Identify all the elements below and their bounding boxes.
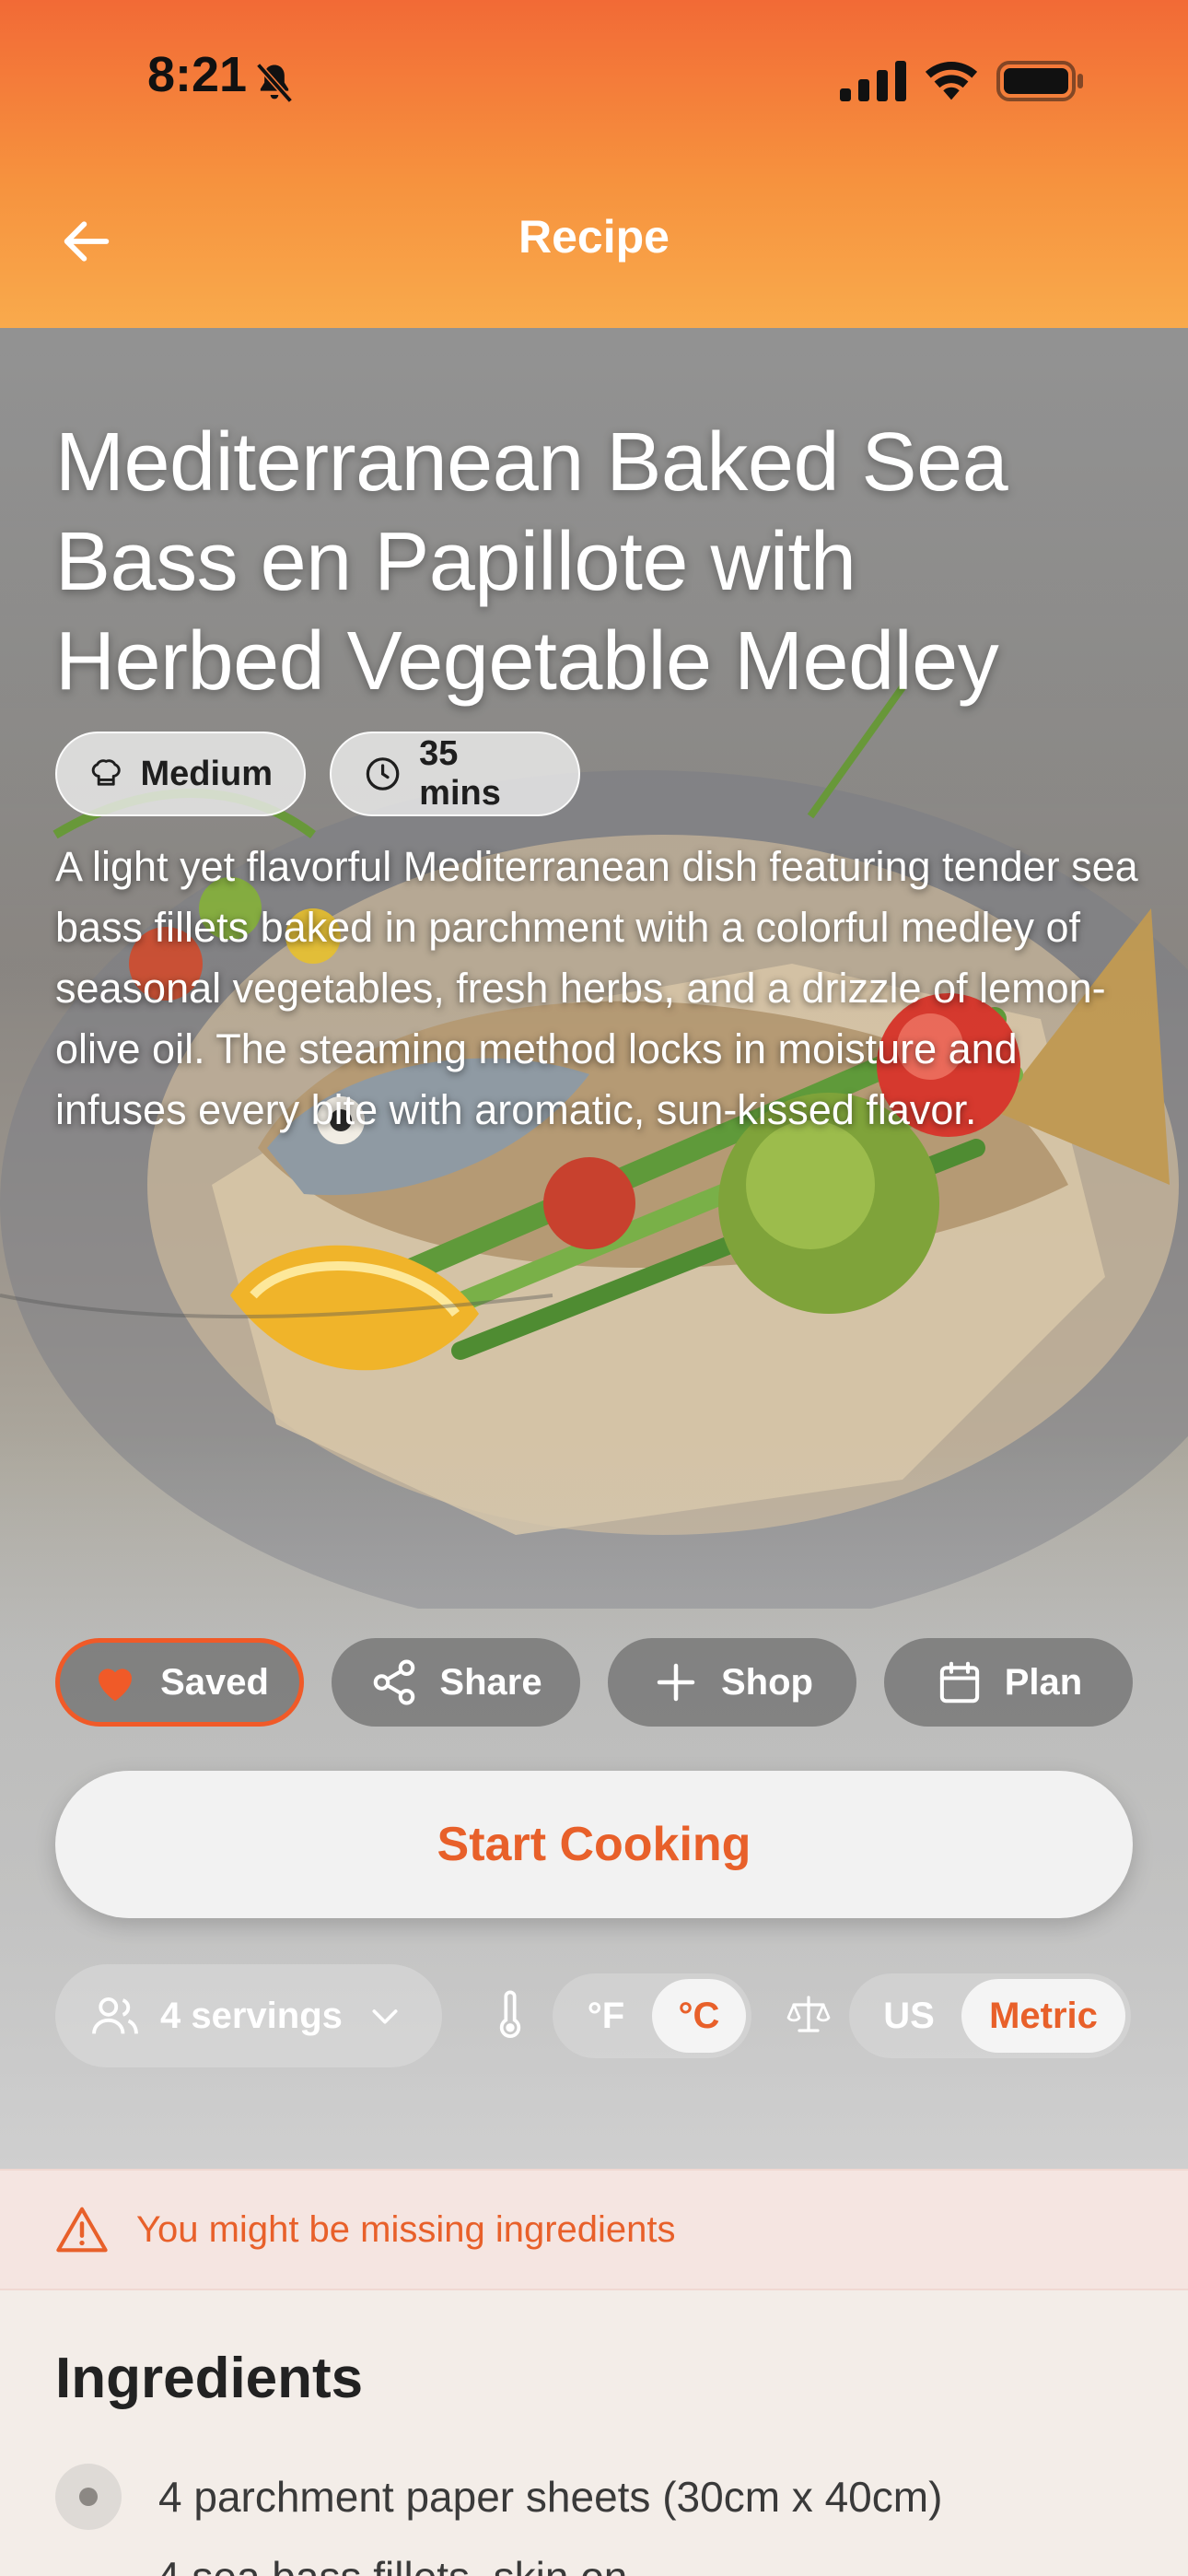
chevron-down-icon	[372, 2009, 398, 2024]
status-time: 8:21	[147, 47, 248, 102]
missing-ingredients-banner[interactable]: You might be missing ingredients	[0, 2169, 1188, 2290]
shop-label: Shop	[721, 1661, 813, 1703]
difficulty-label: Medium	[140, 754, 273, 793]
share-icon	[374, 1659, 415, 1705]
battery-icon	[996, 61, 1083, 101]
recipe-description: A light yet flavorful Mediterranean dish…	[55, 843, 1138, 1133]
signal-icon	[840, 61, 906, 101]
fahrenheit-option[interactable]: °F	[560, 1979, 652, 2053]
servings-label: 4 servings	[160, 1995, 343, 2036]
ingredient-checkbox[interactable]	[55, 2464, 122, 2530]
thermometer-icon	[499, 1990, 521, 2038]
people-icon	[92, 1996, 138, 2034]
heart-icon	[99, 1669, 133, 1702]
chef-hat-icon	[91, 759, 121, 786]
ingredients-heading: Ingredients	[55, 2347, 364, 2410]
celsius-option[interactable]: °C	[652, 1979, 746, 2053]
calendar-icon	[939, 1661, 979, 1704]
shop-button[interactable]: Shop	[608, 1638, 856, 1727]
servings-dropdown[interactable]: 4 servings	[55, 1964, 442, 2067]
plus-icon	[657, 1663, 695, 1702]
saved-label: Saved	[160, 1661, 269, 1703]
share-label: Share	[439, 1661, 542, 1703]
wifi-icon	[925, 61, 978, 100]
units-toggle: US Metric	[849, 1973, 1131, 2058]
clock-icon	[366, 757, 400, 790]
ingredient-item[interactable]: 4 parchment paper sheets (30cm x 40cm)	[55, 2464, 942, 2530]
plan-label: Plan	[1004, 1661, 1083, 1703]
start-cooking-label: Start Cooking	[437, 1818, 751, 1871]
temperature-toggle: °F °C	[553, 1973, 751, 2058]
app-header: 8:21 Recipe	[0, 0, 1188, 328]
warning-icon	[56, 2207, 108, 2253]
difficulty-chip: Medium	[55, 732, 306, 816]
duration-label: 35 mins	[419, 734, 501, 813]
saved-button[interactable]: Saved	[55, 1638, 304, 1727]
metric-units-option[interactable]: Metric	[961, 1979, 1125, 2053]
ingredient-text: 4 parchment paper sheets (30cm x 40cm)	[158, 2473, 943, 2521]
warning-text: You might be missing ingredients	[136, 2208, 676, 2250]
ingredient-text: 4 sea bass fillets, skin on	[157, 2552, 627, 2576]
start-cooking-button[interactable]: Start Cooking	[55, 1771, 1133, 1918]
scale-icon	[786, 1996, 831, 2032]
share-button[interactable]: Share	[332, 1638, 580, 1727]
plan-button[interactable]: Plan	[884, 1638, 1133, 1727]
recipe-title: Mediterranean Baked Sea Bass en Papillot…	[55, 416, 1008, 708]
us-units-option[interactable]: US	[856, 1979, 961, 2053]
bell-slash-icon	[256, 63, 293, 103]
duration-chip: 35 mins	[330, 732, 580, 816]
nav-title: Recipe	[518, 211, 670, 263]
